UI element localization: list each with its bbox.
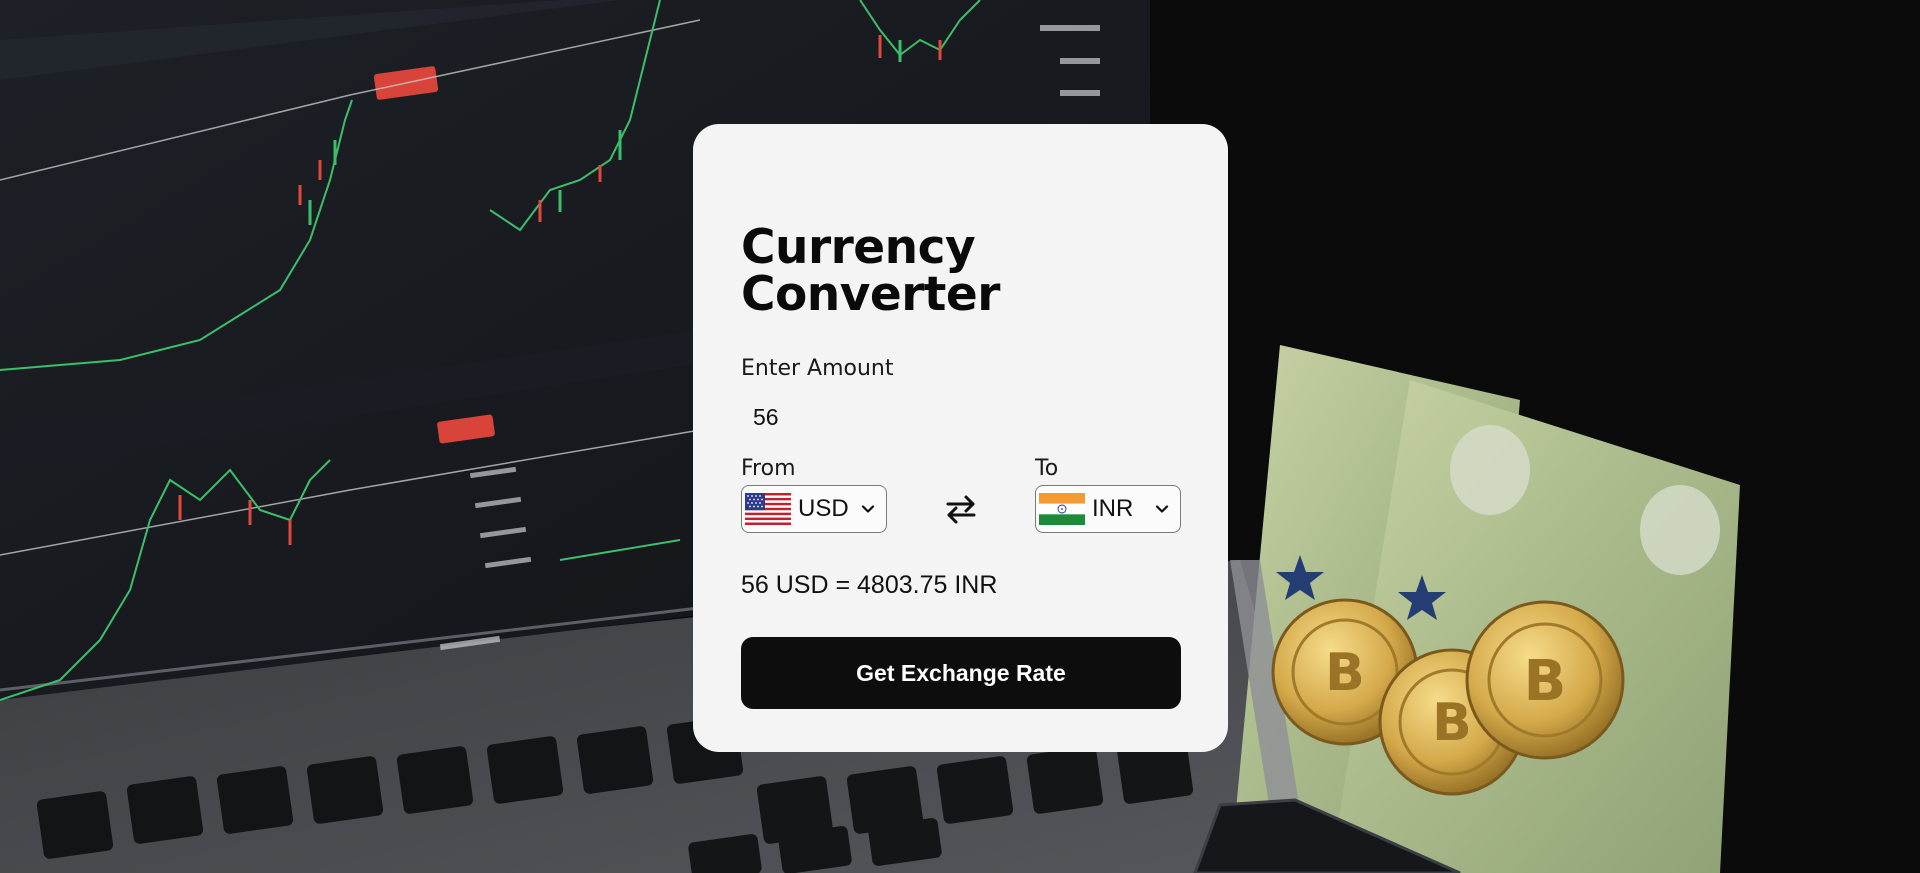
chevron-down-icon: [1155, 505, 1169, 513]
get-exchange-rate-button[interactable]: Get Exchange Rate: [741, 637, 1181, 709]
to-currency-select[interactable]: INR: [1035, 485, 1181, 533]
amount-label: Enter Amount: [741, 356, 894, 381]
svg-text:B: B: [1432, 693, 1472, 753]
to-currency-code: INR: [1092, 495, 1134, 522]
from-currency-code: USD: [798, 495, 849, 522]
to-label: To: [1035, 456, 1059, 481]
svg-text:B: B: [1325, 643, 1365, 703]
amount-input[interactable]: [741, 395, 1181, 439]
us-flag-icon: [745, 493, 791, 525]
converter-card: Currency Converter Enter Amount From: [693, 124, 1228, 752]
conversion-result: 56 USD = 4803.75 INR: [741, 571, 998, 599]
currency-row: From USD To INR: [741, 456, 1181, 533]
swap-button[interactable]: [937, 485, 985, 533]
from-label: From: [741, 456, 796, 481]
page: B B B Currency Converter Enter Amount Fr…: [0, 0, 1920, 873]
chevron-down-icon: [861, 505, 875, 513]
page-title: Currency Converter: [741, 220, 1000, 322]
from-currency-select[interactable]: USD: [741, 485, 887, 533]
from-group: From USD: [741, 456, 887, 533]
svg-text:B: B: [1524, 649, 1567, 714]
swap-arrows-icon: [946, 495, 976, 524]
to-group: To INR: [1035, 456, 1181, 533]
india-flag-icon: [1039, 493, 1085, 525]
